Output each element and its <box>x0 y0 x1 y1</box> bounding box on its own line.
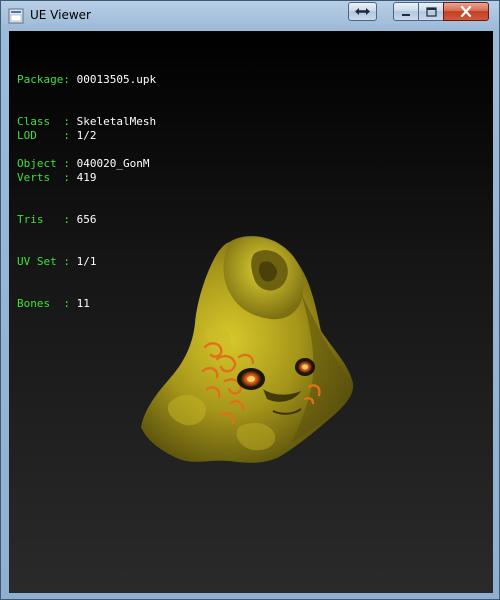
close-icon <box>460 6 472 17</box>
double-arrow-button[interactable] <box>348 2 377 21</box>
mesh-viewport[interactable]: Package: 00013505.upk Class : SkeletalMe… <box>9 31 493 593</box>
minimize-icon <box>402 13 410 16</box>
window-title: UE Viewer <box>30 8 91 22</box>
maximize-button[interactable] <box>418 2 444 21</box>
app-icon <box>8 8 24 24</box>
app-window: UE Viewer Package: 00013505.upk Class: … <box>0 0 500 600</box>
maximize-icon <box>425 6 437 17</box>
title-bar[interactable]: UE Viewer <box>1 1 499 31</box>
skeletal-mesh-render <box>141 236 354 463</box>
double-arrow-icon <box>355 8 370 15</box>
minimize-button[interactable] <box>393 2 419 21</box>
close-button[interactable] <box>443 2 489 21</box>
